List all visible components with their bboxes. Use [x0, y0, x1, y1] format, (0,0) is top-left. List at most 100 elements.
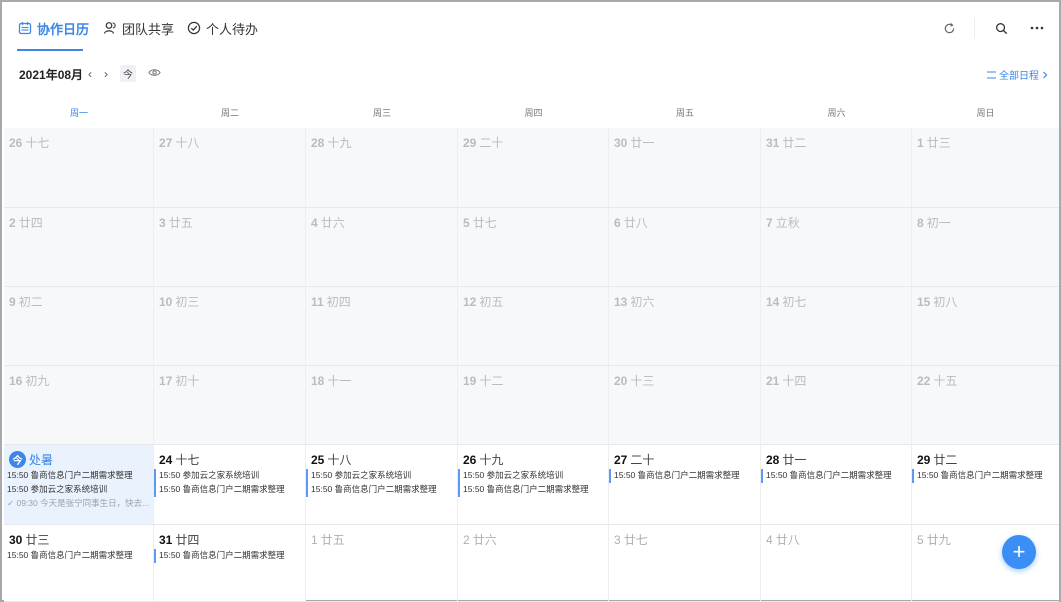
- day-date: 27: [614, 453, 628, 467]
- day-cell[interactable]: 18 十一: [306, 366, 458, 445]
- lunar-date: 廿六: [320, 216, 345, 230]
- day-cell[interactable]: 29 二十: [458, 128, 609, 208]
- day-number: 1 廿三: [917, 134, 951, 151]
- day-cell[interactable]: 12 初五: [458, 287, 609, 366]
- lunar-date: 十九: [479, 453, 504, 467]
- day-cell[interactable]: 26 十七: [4, 128, 154, 208]
- event-list: 15:50 鲁商信息门户二期需求整理: [154, 549, 305, 563]
- lunar-date: 廿八: [623, 216, 648, 230]
- event-item[interactable]: 15:50 鲁商信息门户二期需求整理: [761, 469, 911, 483]
- day-date: 1: [311, 533, 318, 547]
- day-cell[interactable]: 4 廿六: [306, 208, 458, 287]
- event-item[interactable]: 15:50 鲁商信息门户二期需求整理: [154, 549, 305, 563]
- day-cell[interactable]: 26 十九 15:50 参加云之家系统培训 15:50 鲁商信息门户二期需求整理: [458, 445, 609, 525]
- lunar-date: 十一: [327, 374, 352, 388]
- today-button[interactable]: 今: [120, 65, 136, 82]
- day-cell[interactable]: 1 廿五: [306, 525, 458, 602]
- lunar-date: 初十: [175, 374, 200, 388]
- day-cell[interactable]: 17 初十: [154, 366, 306, 445]
- day-cell[interactable]: 30 廿一: [609, 128, 761, 208]
- day-cell[interactable]: 27 二十 15:50 鲁商信息门户二期需求整理: [609, 445, 761, 525]
- day-cell[interactable]: 2 廿六: [458, 525, 609, 602]
- search-button[interactable]: [991, 18, 1011, 38]
- prev-month-button[interactable]: ‹: [83, 66, 97, 82]
- day-date: 2: [9, 216, 16, 230]
- refresh-button[interactable]: [939, 18, 959, 38]
- day-cell[interactable]: 25 十八 15:50 参加云之家系统培训 15:50 鲁商信息门户二期需求整理: [306, 445, 458, 525]
- event-item[interactable]: 15:50 鲁商信息门户二期需求整理: [609, 469, 760, 483]
- day-cell[interactable]: 今处暑 15:50 鲁商信息门户二期需求整理 15:50 参加云之家系统培训 ✓ 09…: [4, 445, 154, 525]
- next-month-button[interactable]: ›: [99, 66, 113, 82]
- day-number: 18 十一: [311, 372, 351, 389]
- completed-event[interactable]: ✓ 09:30 今天是张宁同事生日，快去...: [4, 497, 153, 511]
- day-number: 21 十四: [766, 372, 806, 389]
- lunar-date: 十四: [782, 374, 807, 388]
- day-cell[interactable]: 10 初三: [154, 287, 306, 366]
- day-cell[interactable]: 13 初六: [609, 287, 761, 366]
- tab-collab-calendar[interactable]: 协作日历: [18, 17, 89, 39]
- lunar-date: 初二: [18, 295, 43, 309]
- tab-label: 协作日历: [37, 21, 90, 37]
- day-cell[interactable]: 20 十三: [609, 366, 761, 445]
- lunar-date: 廿四: [175, 533, 200, 547]
- day-cell[interactable]: 30 廿三 15:50 鲁商信息门户二期需求整理: [4, 525, 154, 602]
- day-cell[interactable]: 5 廿九: [912, 525, 1059, 602]
- day-cell[interactable]: 9 初二: [4, 287, 154, 366]
- tab-personal-todo[interactable]: 个人待办: [187, 17, 258, 39]
- visibility-toggle[interactable]: [148, 66, 162, 80]
- event-item[interactable]: 15:50 鲁商信息门户二期需求整理: [306, 483, 457, 497]
- add-event-button[interactable]: +: [1002, 535, 1036, 569]
- day-cell[interactable]: 27 十八: [154, 128, 306, 208]
- day-cell[interactable]: 5 廿七: [458, 208, 609, 287]
- day-cell[interactable]: 19 十二: [458, 366, 609, 445]
- day-cell[interactable]: 31 廿四 15:50 鲁商信息门户二期需求整理: [154, 525, 306, 602]
- event-item[interactable]: 15:50 参加云之家系统培训: [4, 483, 153, 497]
- day-cell[interactable]: 3 廿七: [609, 525, 761, 602]
- day-cell[interactable]: 21 十四: [761, 366, 912, 445]
- more-button[interactable]: [1027, 18, 1047, 38]
- event-item[interactable]: 15:50 参加云之家系统培训: [154, 469, 305, 483]
- all-schedule-link[interactable]: 全部日程: [987, 67, 1048, 82]
- day-cell[interactable]: 4 廿八: [761, 525, 912, 602]
- lunar-date: 初九: [25, 374, 50, 388]
- day-cell[interactable]: 2 廿四: [4, 208, 154, 287]
- day-number: 24 十七: [159, 451, 199, 468]
- event-list: 15:50 参加云之家系统培训 15:50 鲁商信息门户二期需求整理: [306, 469, 457, 497]
- lunar-date: 立秋: [775, 216, 800, 230]
- event-item[interactable]: 15:50 鲁商信息门户二期需求整理: [4, 549, 153, 563]
- event-item[interactable]: 15:50 鲁商信息门户二期需求整理: [912, 469, 1059, 483]
- day-cell[interactable]: 24 十七 15:50 参加云之家系统培训 15:50 鲁商信息门户二期需求整理: [154, 445, 306, 525]
- lunar-date: 二十: [630, 453, 655, 467]
- search-icon: [995, 22, 1007, 34]
- day-date: 30: [9, 533, 23, 547]
- event-item[interactable]: 15:50 鲁商信息门户二期需求整理: [154, 483, 305, 497]
- day-date: 20: [614, 374, 628, 388]
- weekday-label: 周六: [827, 108, 846, 118]
- day-date: 12: [463, 295, 477, 309]
- day-number: 30 廿一: [614, 134, 654, 151]
- day-cell[interactable]: 16 初九: [4, 366, 154, 445]
- day-cell[interactable]: 11 初四: [306, 287, 458, 366]
- day-cell[interactable]: 31 廿二: [761, 128, 912, 208]
- day-cell[interactable]: 28 十九: [306, 128, 458, 208]
- day-cell[interactable]: 29 廿二 15:50 鲁商信息门户二期需求整理: [912, 445, 1059, 525]
- day-cell[interactable]: 3 廿五: [154, 208, 306, 287]
- day-cell[interactable]: 14 初七: [761, 287, 912, 366]
- tab-team-share[interactable]: 团队共享: [103, 17, 174, 39]
- day-cell[interactable]: 15 初八: [912, 287, 1059, 366]
- event-item[interactable]: 15:50 参加云之家系统培训: [458, 469, 608, 483]
- event-list: 15:50 鲁商信息门户二期需求整理: [4, 549, 153, 563]
- day-number: 31 廿二: [766, 134, 806, 151]
- event-item[interactable]: 15:50 鲁商信息门户二期需求整理: [458, 483, 608, 497]
- day-cell[interactable]: 1 廿三: [912, 128, 1059, 208]
- day-cell[interactable]: 28 廿一 15:50 鲁商信息门户二期需求整理: [761, 445, 912, 525]
- day-cell[interactable]: 6 廿八: [609, 208, 761, 287]
- lunar-date: 十三: [630, 374, 655, 388]
- day-number: 19 十二: [463, 372, 503, 389]
- day-cell[interactable]: 8 初一: [912, 208, 1059, 287]
- event-item[interactable]: 15:50 参加云之家系统培训: [306, 469, 457, 483]
- event-item[interactable]: 15:50 鲁商信息门户二期需求整理: [4, 469, 153, 483]
- day-cell[interactable]: 22 十五: [912, 366, 1059, 445]
- day-cell[interactable]: 7 立秋: [761, 208, 912, 287]
- refresh-icon: [944, 22, 954, 33]
